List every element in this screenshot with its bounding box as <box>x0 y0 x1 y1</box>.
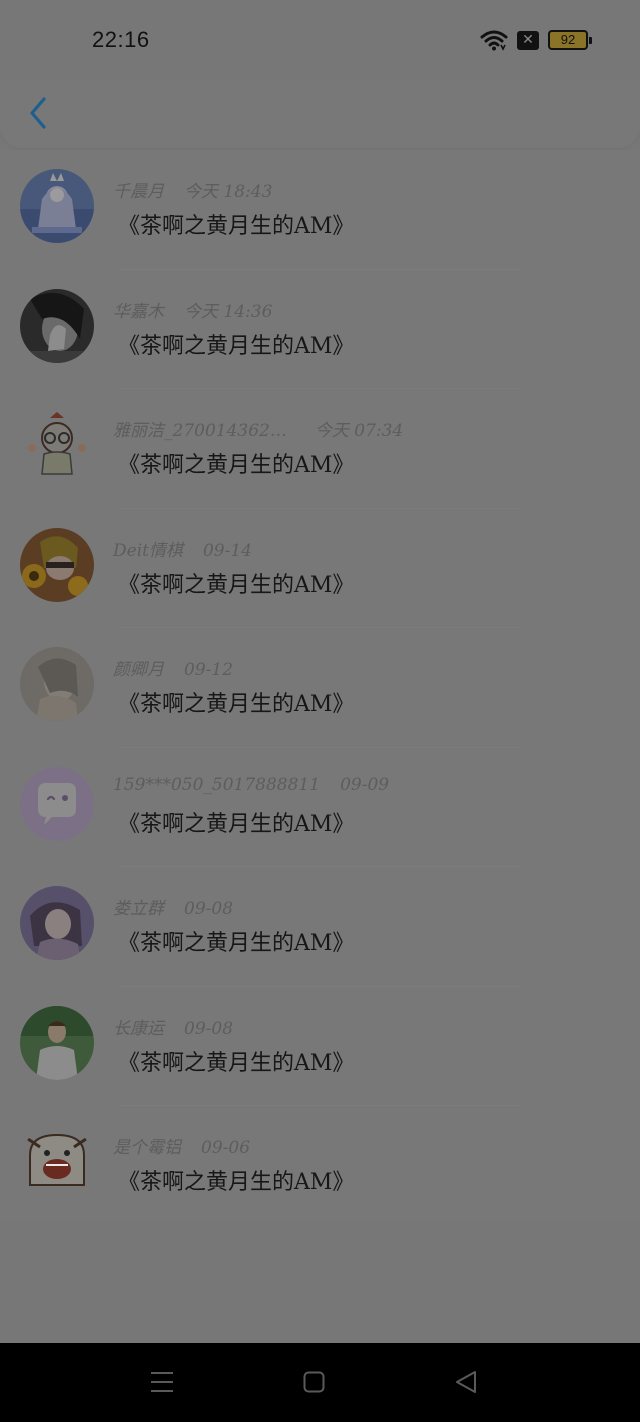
list-item[interactable]: 雅丽洁_270014362… 今天 07:34 《茶啊之黄月生的AM》 <box>0 389 640 509</box>
item-message: 《茶啊之黄月生的AM》 <box>118 931 355 956</box>
avatar[interactable] <box>20 1125 94 1199</box>
item-meta: 长康运 09-08 <box>113 1014 233 1039</box>
battery-level: 92 <box>560 32 576 47</box>
sender-name: 是个霉铝 <box>113 1138 181 1158</box>
item-message: 《茶啊之黄月生的AM》 <box>118 692 355 717</box>
item-meta: 159***050_5017888811 09-09 <box>113 775 389 795</box>
item-message: 《茶啊之黄月生的AM》 <box>118 572 355 598</box>
item-time: 09-09 <box>340 774 390 795</box>
avatar[interactable] <box>20 169 94 243</box>
list-item[interactable]: 华嘉木 今天 14:36 《茶啊之黄月生的AM》 <box>0 270 640 389</box>
avatar[interactable] <box>20 1005 94 1080</box>
avatar[interactable] <box>20 647 94 721</box>
item-time: 今天 14:36 <box>184 301 273 322</box>
sender-name: 雅丽洁_270014362… <box>113 421 287 441</box>
item-meta: 颜卿月 09-12 <box>113 655 233 680</box>
screen: 22:16 ✕ 92 千晨月 今天 18:43 《茶啊之黄月生的AM》 华嘉木 … <box>0 0 640 1422</box>
list-item[interactable]: 是个霉铝 09-06 《茶啊之黄月生的AM》 <box>0 1106 640 1226</box>
item-meta: 雅丽洁_270014362… 今天 07:34 <box>113 416 403 441</box>
menu-icon <box>151 1372 173 1392</box>
chevron-left-icon <box>30 97 46 129</box>
back-triangle-icon <box>456 1371 476 1393</box>
list-item[interactable]: 长康运 09-08 《茶啊之黄月生的AM》 <box>0 987 640 1106</box>
item-message: 《茶啊之黄月生的AM》 <box>118 811 355 837</box>
item-message: 《茶啊之黄月生的AM》 <box>118 1170 355 1195</box>
item-time: 09-14 <box>202 540 252 561</box>
sender-name: 千晨月 <box>113 182 164 202</box>
item-message: 《茶啊之黄月生的AM》 <box>118 453 355 478</box>
back-nav-button[interactable] <box>446 1367 486 1397</box>
item-time: 09-12 <box>184 660 234 680</box>
sender-name: 华嘉木 <box>113 301 164 322</box>
item-message: 《茶啊之黄月生的AM》 <box>118 214 355 239</box>
status-time: 22:16 <box>92 27 150 52</box>
item-message: 《茶啊之黄月生的AM》 <box>118 333 355 359</box>
status-icons: ✕ 92 <box>480 29 592 51</box>
list-item[interactable]: 娄立群 09-08 《茶啊之黄月生的AM》 <box>0 867 640 987</box>
list-item[interactable]: 千晨月 今天 18:43 《茶啊之黄月生的AM》 <box>0 150 640 270</box>
message-list: 千晨月 今天 18:43 《茶啊之黄月生的AM》 华嘉木 今天 14:36 《茶啊之… <box>0 150 640 1222</box>
system-navbar <box>0 1343 640 1422</box>
item-time: 09-08 <box>184 899 234 919</box>
item-time: 今天 18:43 <box>184 182 273 202</box>
item-meta: Deit情棋 09-14 <box>113 536 252 561</box>
avatar[interactable] <box>20 288 94 363</box>
sender-name: 159***050_5017888811 <box>113 774 321 795</box>
item-meta: 千晨月 今天 18:43 <box>113 177 272 202</box>
item-time: 今天 07:34 <box>314 421 404 441</box>
close-box-icon: ✕ <box>517 30 539 50</box>
avatar[interactable] <box>20 408 94 482</box>
sender-name: 长康运 <box>113 1018 164 1039</box>
avatar[interactable] <box>20 527 94 602</box>
sender-name: 娄立群 <box>113 899 164 919</box>
home-square-icon <box>303 1371 325 1393</box>
back-button[interactable] <box>20 92 56 134</box>
list-item[interactable]: Deit情棋 09-14 《茶啊之黄月生的AM》 <box>0 509 640 628</box>
avatar[interactable] <box>20 766 94 841</box>
sender-name: 颜卿月 <box>113 660 164 680</box>
item-meta: 是个霉铝 09-06 <box>113 1133 250 1158</box>
item-message: 《茶啊之黄月生的AM》 <box>118 1050 355 1076</box>
item-meta: 娄立群 09-08 <box>113 894 233 919</box>
battery-icon: 92 <box>548 30 592 50</box>
item-time: 09-08 <box>184 1018 234 1039</box>
menu-button[interactable] <box>142 1367 182 1397</box>
list-item[interactable]: 159***050_5017888811 09-09 《茶啊之黄月生的AM》 <box>0 748 640 867</box>
item-meta: 华嘉木 今天 14:36 <box>113 297 272 322</box>
sender-name: Deit情棋 <box>113 540 183 561</box>
home-button[interactable] <box>294 1367 334 1397</box>
header <box>0 80 640 148</box>
item-time: 09-06 <box>201 1138 251 1158</box>
list-item[interactable]: 颜卿月 09-12 《茶啊之黄月生的AM》 <box>0 628 640 748</box>
wifi-icon <box>480 29 508 51</box>
avatar[interactable] <box>20 886 94 960</box>
status-bar: 22:16 ✕ 92 <box>0 0 640 80</box>
